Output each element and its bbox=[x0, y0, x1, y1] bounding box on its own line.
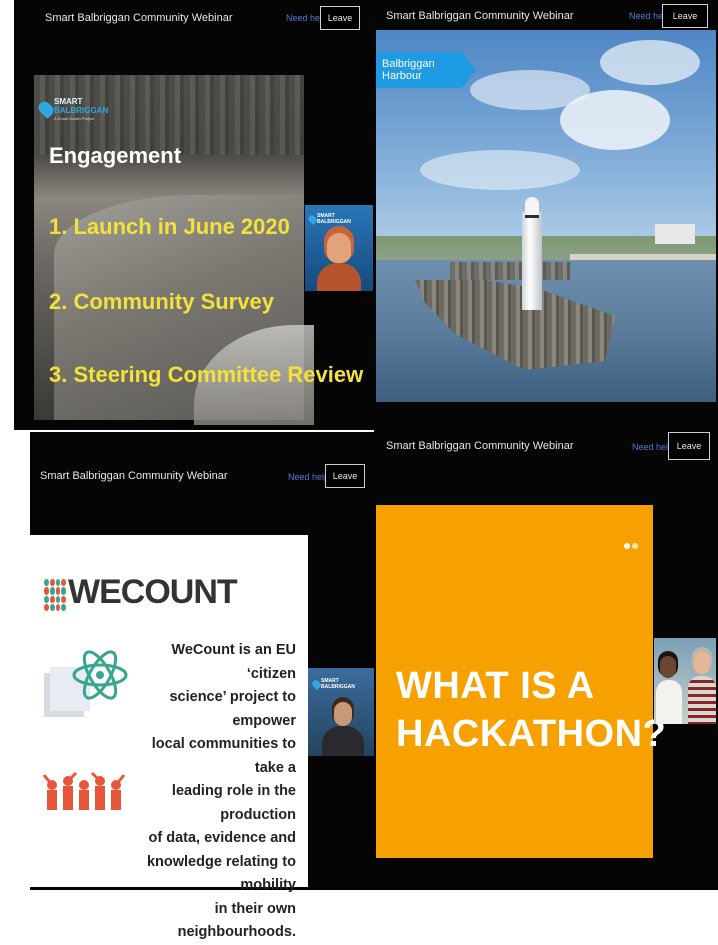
engagement-item-1: 1. Launch in June 2020 bbox=[49, 214, 290, 239]
wecount-logo-text: WECOUNT bbox=[68, 573, 238, 611]
logo-tagline: A Smart Dublin Project bbox=[54, 116, 95, 121]
participant-head bbox=[660, 656, 676, 678]
cloud bbox=[600, 40, 700, 85]
presenter-video-thumbnail[interactable]: SMART BALBRIGGAN bbox=[308, 668, 374, 756]
logo-text-balbriggan: BALBRIGGAN bbox=[54, 106, 109, 115]
thumb-logo-text: SMART BALBRIGGAN bbox=[317, 213, 351, 225]
slide-heading: Engagement bbox=[49, 143, 182, 168]
thumb-logo-text: SMART BALBRIGGAN bbox=[321, 678, 355, 690]
participants-video-thumbnail[interactable] bbox=[654, 638, 716, 724]
presenter-shoulders bbox=[317, 263, 361, 291]
heading-line: WHAT IS A bbox=[396, 665, 595, 707]
cloud bbox=[420, 150, 580, 190]
description-line: science’ project to empower bbox=[169, 689, 296, 729]
presenter-shoulders bbox=[322, 726, 364, 756]
lighthouse-lantern bbox=[525, 197, 539, 218]
presenter-head bbox=[327, 233, 351, 263]
cloud bbox=[560, 90, 670, 150]
lighthouse-tower bbox=[522, 212, 542, 310]
presenter-head bbox=[334, 702, 352, 726]
webinar-title: Smart Balbriggan Community Webinar bbox=[45, 12, 233, 24]
shared-slide-hackathon: WHAT IS A HACKATHON? bbox=[376, 505, 666, 858]
presenter-video-thumbnail[interactable]: SMART BALBRIGGAN bbox=[305, 205, 373, 291]
leave-button[interactable]: Leave bbox=[662, 4, 708, 28]
engagement-item-2: 2. Community Survey bbox=[49, 289, 274, 314]
harbour-breakwater bbox=[450, 262, 570, 280]
crowd-icon bbox=[42, 771, 126, 810]
engagement-item-3: 3. Steering Committee Review bbox=[49, 362, 364, 387]
shared-slide-engagement: SMART BALBRIGGAN A Smart Dublin Project … bbox=[34, 75, 363, 425]
leave-button[interactable]: Leave bbox=[325, 464, 365, 488]
location-tag: Balbriggan Harbour bbox=[376, 52, 476, 88]
webinar-title: Smart Balbriggan Community Webinar bbox=[40, 470, 228, 482]
science-illustration bbox=[42, 650, 128, 810]
logo-text-smart: SMART bbox=[54, 97, 83, 106]
description-line: leading role in the production bbox=[171, 783, 296, 823]
description-line: knowledge relating to mobility bbox=[146, 853, 296, 894]
hackathon-heading: WHAT IS A HACKATHON? bbox=[396, 662, 666, 758]
participant-body bbox=[688, 676, 716, 724]
webinar-title: Smart Balbriggan Community Webinar bbox=[386, 440, 574, 452]
harbour-building bbox=[655, 224, 695, 244]
participant-head bbox=[694, 652, 710, 674]
slide-dot-icon bbox=[632, 543, 638, 549]
leave-button[interactable]: Leave bbox=[668, 432, 710, 460]
heading-line: HACKATHON? bbox=[396, 713, 667, 755]
description-line: local communities to take a bbox=[151, 736, 296, 776]
description-line: in their own neighbourhoods. bbox=[177, 900, 296, 941]
leave-button[interactable]: Leave bbox=[320, 6, 360, 30]
slide-dot-icon bbox=[624, 543, 630, 549]
wecount-description: WeCount is an EU ‘citizen science’ proje… bbox=[126, 639, 296, 945]
shared-slide-wecount: WECOUNT WeCount is an EU ‘citizen scienc… bbox=[30, 535, 308, 940]
description-line: of data, evidence and bbox=[148, 830, 296, 846]
description-line: WeCount is an EU ‘citizen bbox=[171, 642, 296, 682]
wecount-logo-icon bbox=[44, 579, 66, 611]
webinar-title: Smart Balbriggan Community Webinar bbox=[386, 10, 574, 22]
participant-body bbox=[656, 680, 682, 724]
